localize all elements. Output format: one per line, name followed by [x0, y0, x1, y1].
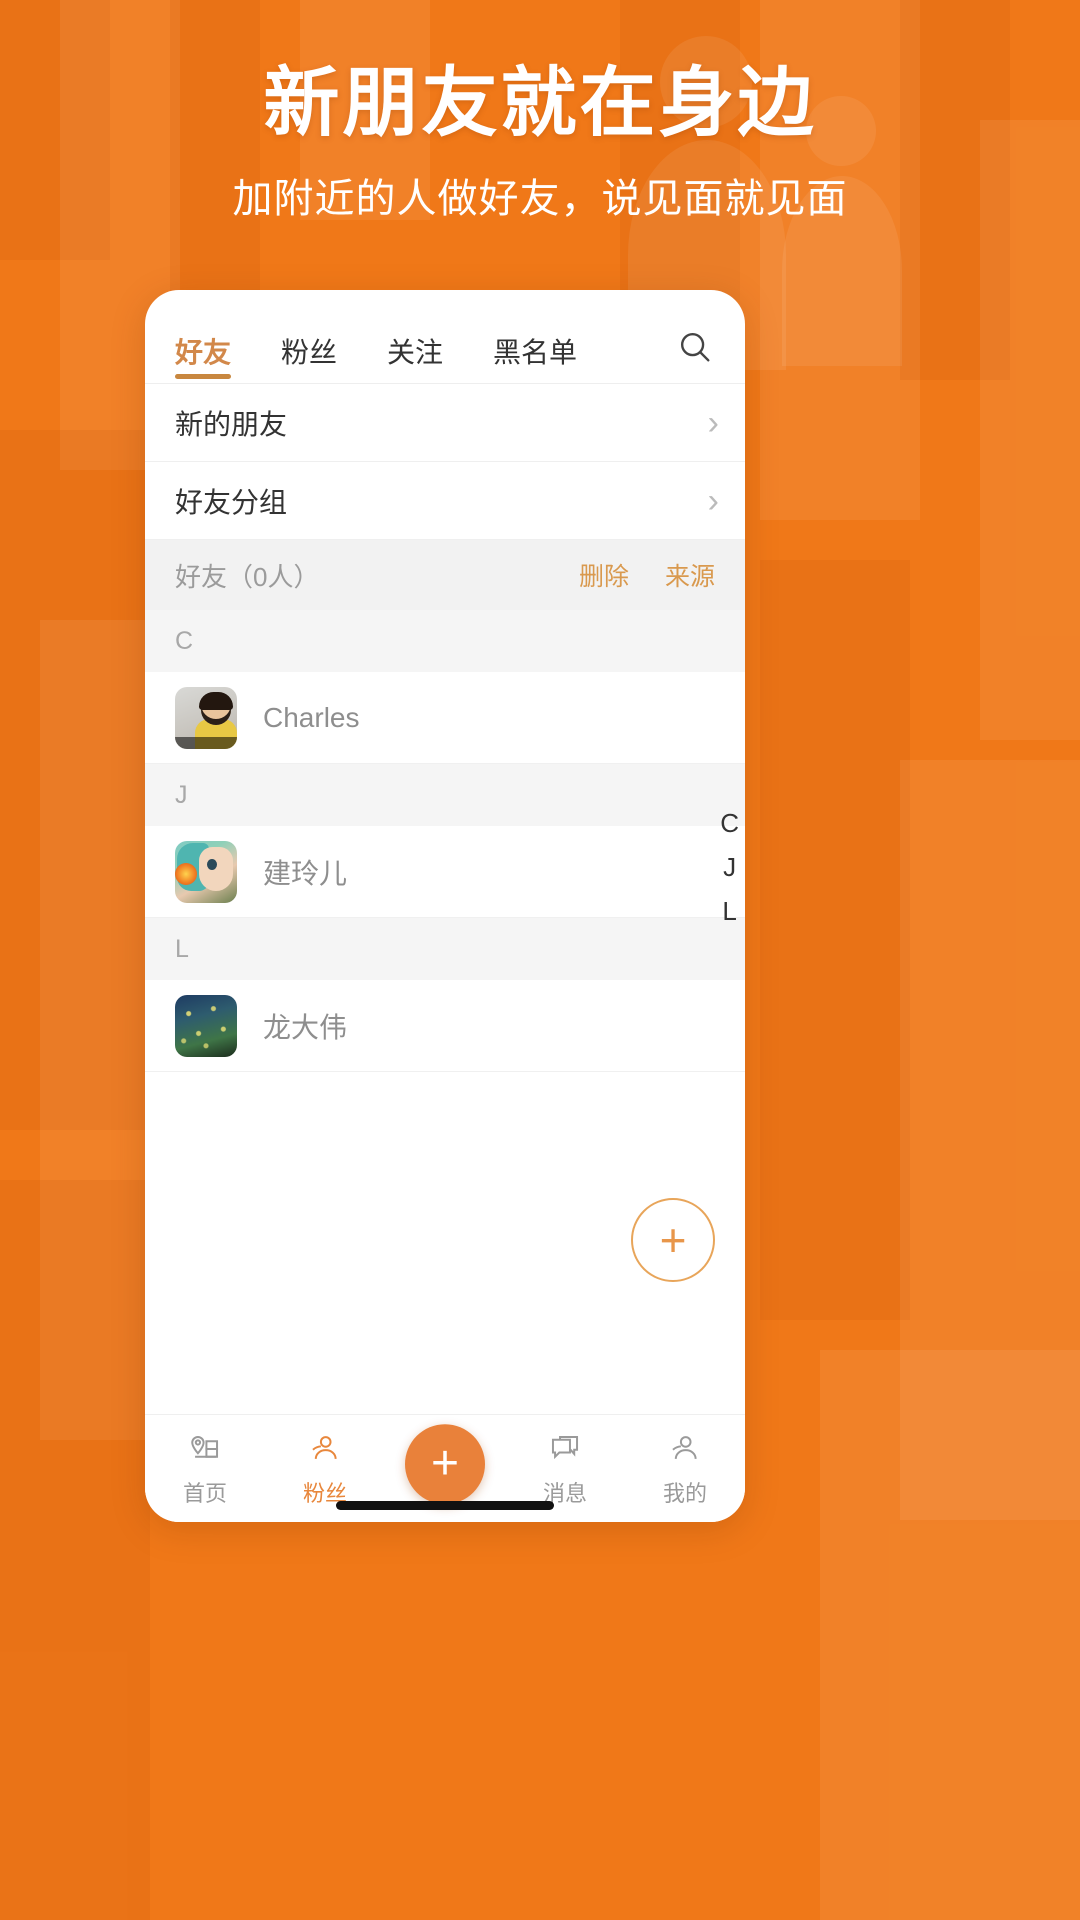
- row-friend-groups-label: 好友分组: [175, 486, 288, 518]
- profile-icon: [668, 1430, 702, 1468]
- fans-person-icon: [308, 1430, 342, 1468]
- tab-following[interactable]: 关注: [387, 339, 443, 383]
- letter-header-c: C: [145, 610, 745, 672]
- avatar: [175, 840, 237, 903]
- alpha-index-j[interactable]: J: [723, 854, 736, 880]
- nav-item-fans[interactable]: 粉丝: [265, 1430, 385, 1508]
- delete-action[interactable]: 删除: [579, 557, 629, 593]
- nav-item-messages[interactable]: 消息: [505, 1430, 625, 1508]
- tab-blacklist[interactable]: 黑名单: [493, 339, 577, 383]
- bottom-navigation: 首页 粉丝 + 消息 我的: [145, 1414, 745, 1522]
- avatar: [175, 686, 237, 749]
- top-tab-bar: 好友 粉丝 关注 黑名单: [145, 290, 745, 384]
- nav-item-profile[interactable]: 我的: [625, 1430, 745, 1508]
- avatar: [175, 994, 237, 1057]
- row-new-friends[interactable]: 新的朋友 ›: [145, 384, 745, 462]
- alphabet-index[interactable]: C J L: [720, 810, 739, 924]
- compose-button[interactable]: +: [405, 1423, 485, 1504]
- nav-item-home-label: 首页: [182, 1480, 227, 1506]
- row-friend-groups[interactable]: 好友分组 ›: [145, 462, 745, 540]
- nav-item-profile-label: 我的: [662, 1480, 707, 1506]
- home-location-icon: [188, 1430, 222, 1468]
- add-friend-fab[interactable]: +: [631, 1198, 715, 1282]
- contact-name: 建玲儿: [263, 857, 348, 889]
- contact-name: Charles: [263, 701, 360, 733]
- search-button[interactable]: [667, 319, 723, 375]
- list-item[interactable]: 龙大伟: [145, 980, 745, 1072]
- alpha-index-c[interactable]: C: [720, 810, 739, 836]
- tab-fans[interactable]: 粉丝: [281, 339, 337, 383]
- tab-list: 好友 粉丝 关注 黑名单: [175, 339, 667, 383]
- letter-header-l: L: [145, 918, 745, 980]
- hero-banner: 新朋友就在身边 加附近的人做好友，说见面就见面: [0, 0, 1080, 224]
- search-icon: [680, 332, 710, 362]
- tab-friends[interactable]: 好友: [175, 339, 232, 383]
- chevron-right-icon: ›: [707, 481, 719, 520]
- friends-count-label: 好友（0人）: [175, 561, 320, 592]
- phone-mockup: 好友 粉丝 关注 黑名单 新的朋友 › 好友分组 › 好友（0人） 删除 来源 …: [145, 290, 745, 1522]
- home-indicator: [336, 1501, 554, 1510]
- list-item[interactable]: 建玲儿: [145, 826, 745, 918]
- message-icon: [548, 1430, 582, 1468]
- nav-item-home[interactable]: 首页: [145, 1430, 265, 1508]
- page-title: 新朋友就在身边: [263, 61, 817, 146]
- list-item[interactable]: Charles: [145, 672, 745, 764]
- source-action[interactable]: 来源: [665, 557, 715, 593]
- alpha-index-l[interactable]: L: [722, 898, 736, 924]
- page-subtitle: 加附近的人做好友，说见面就见面: [232, 176, 848, 221]
- chevron-right-icon: ›: [707, 403, 719, 442]
- row-new-friends-label: 新的朋友: [175, 408, 288, 440]
- friends-group-header: 好友（0人） 删除 来源: [145, 540, 745, 610]
- contact-name: 龙大伟: [263, 1011, 348, 1043]
- contact-list[interactable]: C Charles J 建玲儿 L 龙大伟 +: [145, 610, 745, 1414]
- letter-header-j: J: [145, 764, 745, 826]
